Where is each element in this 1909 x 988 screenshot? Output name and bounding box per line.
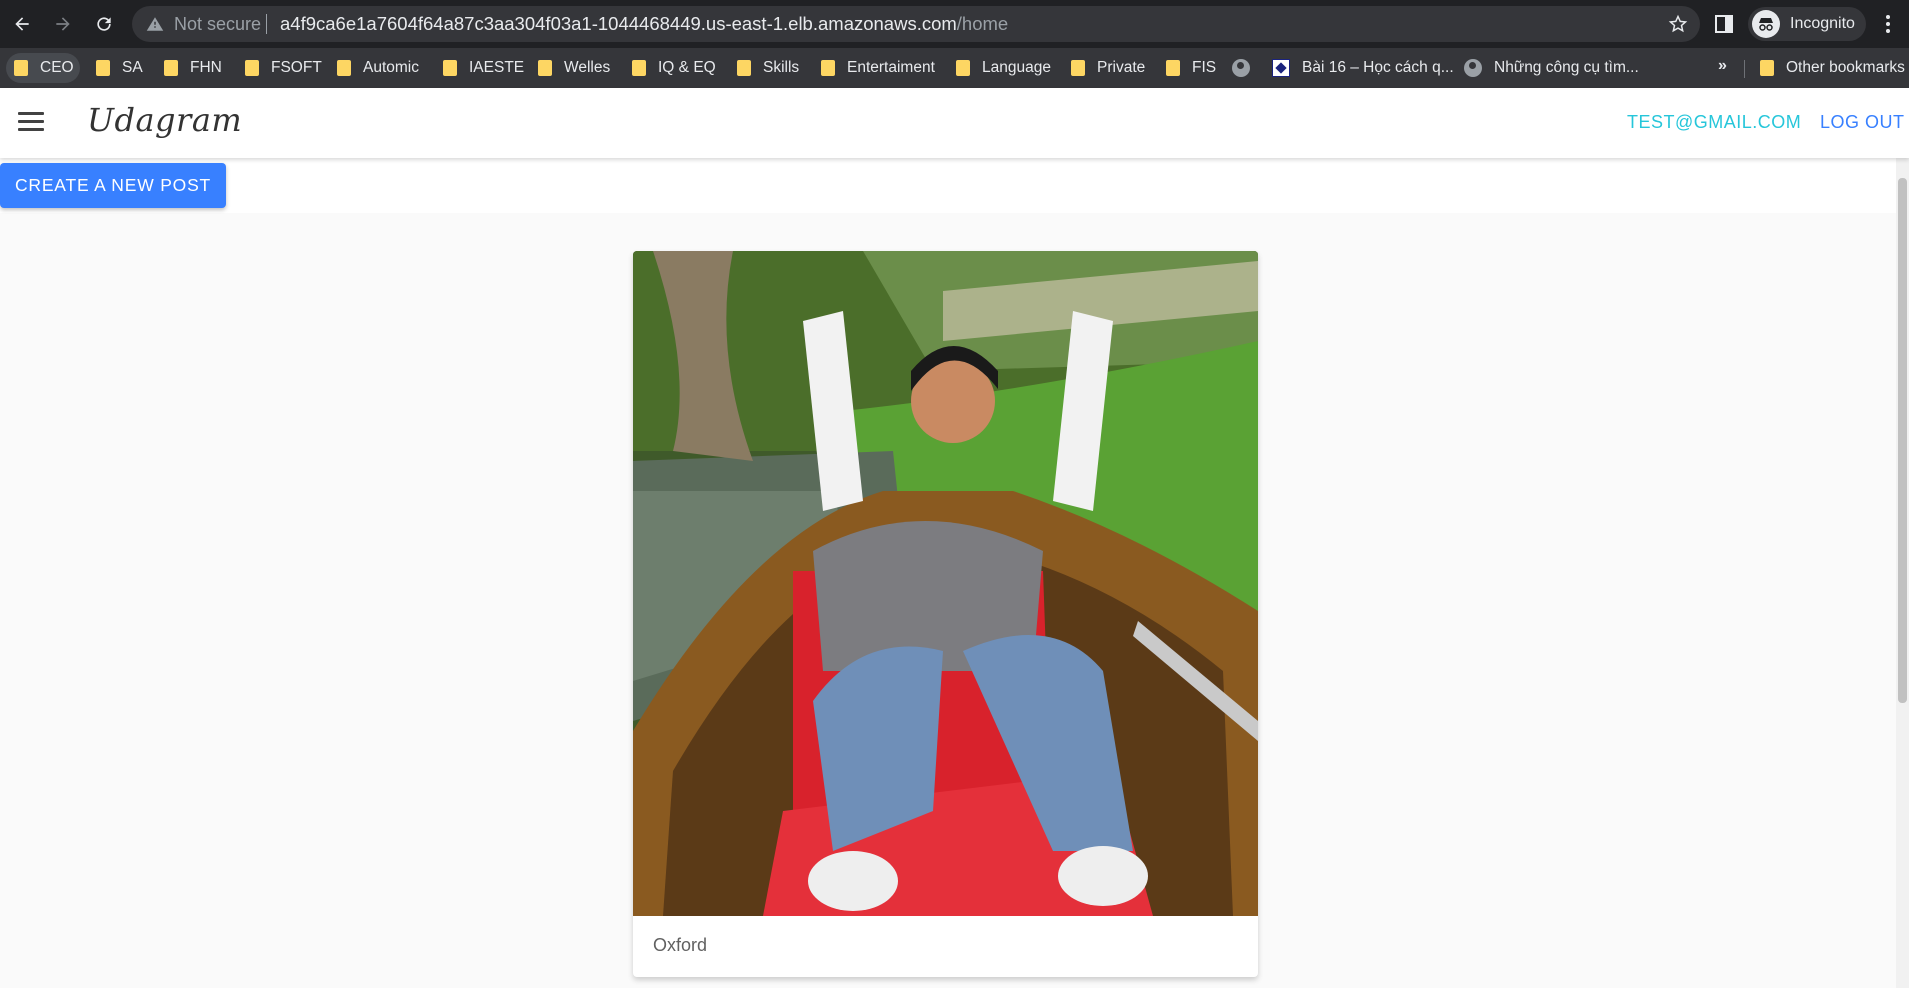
bookmark-bai-16[interactable]: Bài 16 – Học cách q... [1272,57,1454,79]
url-text[interactable]: a4f9ca6e1a7604f64a87c3aa304f03a1-1044468… [280,13,1008,35]
bookmarks-bar: CEO SA FHN FSOFT Automic IAESTE Welles I… [0,48,1909,88]
back-button[interactable] [6,8,38,40]
folder-icon [337,60,351,76]
folder-icon [737,60,751,76]
bookmark-label: CEO [40,59,74,76]
browser-toolbar: Not secure a4f9ca6e1a7604f64a87c3aa304f0… [0,0,1909,48]
folder-icon [1166,60,1180,76]
folder-icon [245,60,259,76]
bookmark-label: FHN [190,59,222,76]
bookmark-label: Skills [763,59,800,76]
globe-icon [1464,59,1482,77]
bookmark-label: SA [122,59,143,76]
bookmark-label: FSOFT [271,59,322,76]
bookmark-sa[interactable]: SA [96,57,143,79]
reload-button[interactable] [88,8,120,40]
incognito-label: Incognito [1790,15,1855,32]
bookmark-other[interactable]: Other bookmarks [1760,57,1905,79]
bookmarks-overflow-button[interactable]: » [1718,57,1727,75]
bookmark-label: Language [982,59,1051,76]
folder-icon [538,60,552,76]
bookmark-ceo[interactable]: CEO [14,57,74,79]
folder-icon [956,60,970,76]
address-bar[interactable]: Not secure a4f9ca6e1a7604f64a87c3aa304f0… [132,6,1700,42]
bookmark-label: IAESTE [469,59,525,76]
bookmark-label: FIS [1192,59,1217,76]
more-vert-icon[interactable] [1880,12,1896,36]
app-header: Udagram TEST@GMAIL.COM LOG OUT [0,88,1909,158]
bookmark-language[interactable]: Language [956,57,1051,79]
folder-icon [164,60,178,76]
post-caption: Oxford [653,935,708,955]
bookmark-globe[interactable] [1232,57,1262,79]
not-secure-label[interactable]: Not secure [174,14,261,35]
create-post-button[interactable]: CREATE A NEW POST [0,163,226,208]
folder-icon [443,60,457,76]
bookmark-fis[interactable]: FIS [1166,57,1216,79]
warning-icon [146,17,164,31]
star-bookmark-icon[interactable] [1668,14,1688,34]
arrow-right-icon [56,17,70,31]
logout-button[interactable]: LOG OUT [1820,112,1905,133]
bookmark-label: Automic [363,59,419,76]
bookmark-label: Private [1097,59,1146,76]
arrow-left-icon [15,17,29,31]
bookmarks-divider [1744,60,1745,78]
post-photo [633,251,1258,916]
incognito-profile-button[interactable]: Incognito [1748,7,1866,41]
side-panel-icon[interactable] [1714,14,1734,34]
feed-card: Oxford [633,251,1258,977]
bookmark-iq-eq[interactable]: IQ & EQ [632,57,716,79]
folder-icon [96,60,110,76]
bookmark-fsoft[interactable]: FSOFT [245,57,322,79]
folder-icon [1760,60,1774,76]
bookmark-fhn[interactable]: FHN [164,57,222,79]
forward-button[interactable] [47,8,79,40]
menu-icon[interactable] [18,112,44,132]
url-path: /home [956,13,1009,34]
bookmark-label: IQ & EQ [658,59,716,76]
bookmark-iaeste[interactable]: IAESTE [443,57,524,79]
action-bar [0,158,1900,213]
bookmark-automic[interactable]: Automic [337,57,419,79]
folder-icon [821,60,835,76]
bookmark-entertaiment[interactable]: Entertaiment [821,57,935,79]
bookmark-skills[interactable]: Skills [737,57,799,79]
globe-icon [1232,59,1250,77]
bookmark-welles[interactable]: Welles [538,57,610,79]
scrollbar-thumb[interactable] [1898,178,1907,703]
bookmark-nhung-cong-cu[interactable]: Những công cụ tìm... [1464,57,1639,79]
bookmark-label: Welles [564,59,611,76]
folder-icon [1071,60,1085,76]
reload-icon [97,17,111,31]
bookmark-label: Entertaiment [847,59,935,76]
folder-icon [14,60,28,76]
url-host: a4f9ca6e1a7604f64a87c3aa304f03a1-1044468… [280,13,957,34]
omnibox-divider [266,14,267,34]
site-icon [1272,59,1290,77]
bookmark-label: Những công cụ tìm... [1494,59,1639,76]
bookmark-label: Bài 16 – Học cách q... [1302,59,1454,76]
incognito-icon [1752,10,1780,38]
app-brand: Udagram [87,101,243,139]
user-email-link[interactable]: TEST@GMAIL.COM [1627,112,1801,133]
folder-icon [632,60,646,76]
bookmark-private[interactable]: Private [1071,57,1145,79]
bookmark-label: Other bookmarks [1786,59,1905,76]
